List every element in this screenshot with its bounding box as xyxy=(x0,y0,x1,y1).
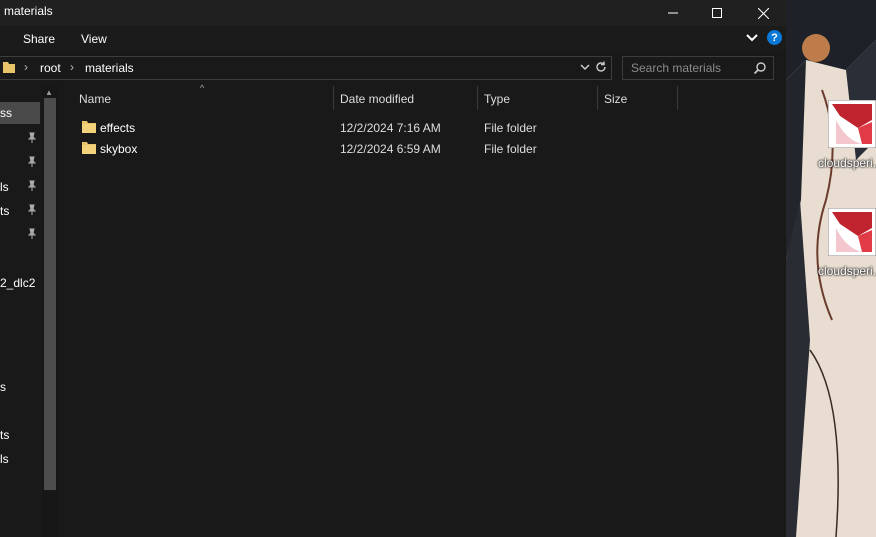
minimize-icon xyxy=(668,12,678,14)
file-name: effects xyxy=(100,121,136,135)
search-box[interactable]: Search materials xyxy=(622,56,774,80)
file-row[interactable]: effects 12/2/2024 7:16 AM File folder xyxy=(78,117,778,138)
close-icon xyxy=(757,7,769,19)
maximize-icon xyxy=(712,8,722,18)
desktop-icon-label: cloudsperi... xyxy=(818,156,876,170)
image-file-icon xyxy=(828,208,876,256)
minimize-button[interactable] xyxy=(650,0,696,26)
nav-item[interactable]: ts xyxy=(0,204,9,218)
column-divider[interactable] xyxy=(677,86,678,110)
column-divider[interactable] xyxy=(333,86,334,110)
chevron-down-icon[interactable] xyxy=(744,29,760,45)
image-file-icon xyxy=(828,100,876,148)
close-button[interactable] xyxy=(740,0,786,26)
nav-item-label: ss xyxy=(0,106,12,120)
title-bar[interactable]: materials xyxy=(0,0,786,26)
search-placeholder: Search materials xyxy=(631,61,722,75)
nav-item-quick-access[interactable]: ss xyxy=(0,102,40,124)
scroll-up-icon[interactable]: ▲ xyxy=(45,88,53,97)
window-title: materials xyxy=(4,4,53,18)
navigation-pane: ss ls ts 2_dlc2 s ts ls ▲ xyxy=(0,86,58,537)
breadcrumb-root[interactable]: root xyxy=(40,61,61,75)
file-row[interactable]: skybox 12/2/2024 6:59 AM File folder xyxy=(78,138,778,159)
column-header-type[interactable]: Type xyxy=(484,92,510,106)
pin-icon xyxy=(27,204,37,215)
column-header-date-modified[interactable]: Date modified xyxy=(340,92,414,106)
column-divider[interactable] xyxy=(477,86,478,110)
column-divider[interactable] xyxy=(597,86,598,110)
maximize-button[interactable] xyxy=(694,0,740,26)
nav-item[interactable]: s xyxy=(0,380,6,394)
nav-scrollbar[interactable]: ▲ xyxy=(42,86,58,537)
breadcrumb-materials[interactable]: materials xyxy=(85,61,134,75)
refresh-icon[interactable] xyxy=(594,60,608,74)
pin-icon xyxy=(27,228,37,239)
nav-item[interactable]: ls xyxy=(0,180,9,194)
address-row: › root › materials Search materials xyxy=(0,51,786,85)
pin-icon xyxy=(27,180,37,191)
folder-icon xyxy=(82,121,96,133)
file-type: File folder xyxy=(484,142,537,156)
address-bar[interactable]: › root › materials xyxy=(0,56,612,80)
help-button[interactable]: ? xyxy=(767,30,782,45)
pin-icon xyxy=(27,132,37,143)
file-name: skybox xyxy=(100,142,138,156)
nav-item[interactable]: ls xyxy=(0,452,9,466)
desktop-icon-label: cloudsperi... xyxy=(818,264,876,278)
nav-item[interactable]: ts xyxy=(0,428,9,442)
file-list: ^ Name Date modified Type Size effects 1… xyxy=(60,83,786,537)
file-date: 12/2/2024 6:59 AM xyxy=(340,142,441,156)
column-header-name[interactable]: Name xyxy=(79,92,111,106)
column-header-size[interactable]: Size xyxy=(604,92,627,106)
chevron-down-icon[interactable] xyxy=(578,60,592,74)
desktop[interactable]: cloudsperi... cloudsperi... xyxy=(786,0,876,537)
pin-icon xyxy=(27,156,37,167)
file-explorer-window: materials Share View ? › root › material… xyxy=(0,0,786,537)
chevron-right-icon[interactable]: › xyxy=(24,60,28,74)
folder-icon xyxy=(3,62,15,73)
sort-ascending-icon: ^ xyxy=(200,83,205,93)
scrollbar-thumb[interactable] xyxy=(44,98,56,490)
file-date: 12/2/2024 7:16 AM xyxy=(340,121,441,135)
tab-share[interactable]: Share xyxy=(23,32,55,46)
ribbon-tabs: Share View ? xyxy=(0,26,786,50)
search-icon[interactable] xyxy=(753,61,767,75)
nav-item[interactable]: 2_dlc2 xyxy=(0,276,35,290)
tab-view[interactable]: View xyxy=(81,32,107,46)
file-type: File folder xyxy=(484,121,537,135)
chevron-right-icon[interactable]: › xyxy=(70,60,74,74)
folder-icon xyxy=(82,142,96,154)
